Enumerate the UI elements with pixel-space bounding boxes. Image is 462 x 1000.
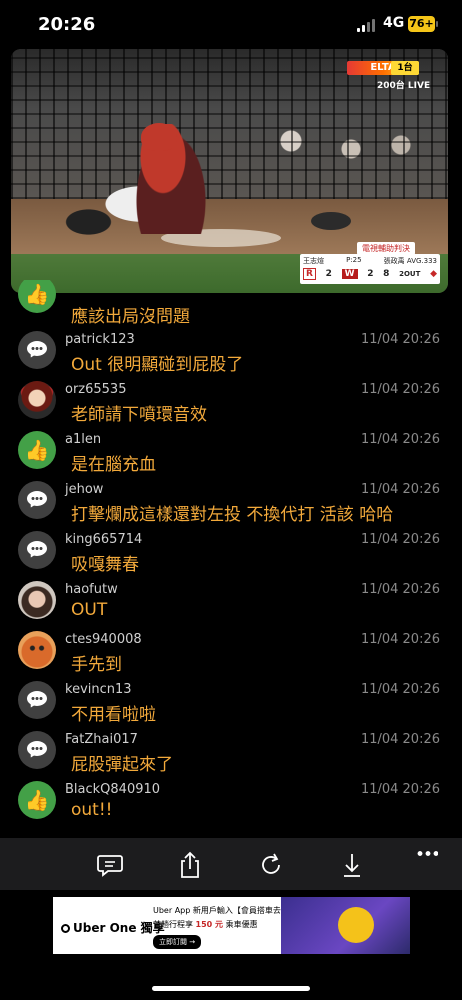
- bottom-toolbar: [0, 838, 462, 890]
- username[interactable]: haofutw: [65, 582, 118, 597]
- ad-line2: 首趟行程享 150 元 乘車優惠: [153, 920, 258, 929]
- message-text: 打擊爛成這樣還對左投 不換代打 活該 哈哈: [71, 505, 394, 525]
- refresh-icon[interactable]: [256, 850, 286, 880]
- chat-message: orz65535 11/04 20:26 老師請下噴環音效: [0, 380, 462, 430]
- sb-score2: 2: [367, 269, 374, 279]
- sb-pitch-count: P:25: [346, 256, 362, 264]
- message-time: 11/04 20:26: [360, 782, 440, 797]
- message-text: OUT: [71, 600, 108, 620]
- live-label: 200台 LIVE: [377, 81, 431, 91]
- message-text: 屁股彈起來了: [71, 755, 173, 775]
- sb-pitcher: 王志煊: [303, 257, 324, 265]
- battery-tip: [436, 21, 438, 27]
- ad-subscribe-button[interactable]: 立即訂閱 →: [153, 935, 202, 949]
- status-bar: 20:26 4G 76+: [0, 0, 462, 48]
- message-time: 11/04 20:26: [360, 432, 440, 447]
- like-icon[interactable]: 👍: [18, 280, 56, 313]
- helmet: [141, 123, 177, 151]
- username[interactable]: jehow: [65, 482, 103, 497]
- status-time: 20:26: [38, 14, 96, 35]
- battery-icon: 76+: [408, 16, 435, 32]
- username[interactable]: orz65535: [65, 382, 126, 397]
- like-icon[interactable]: 👍: [18, 781, 56, 819]
- message-text: 老師請下噴環音效: [71, 405, 207, 425]
- message-time: 11/04 20:26: [360, 382, 440, 397]
- crab-avatar[interactable]: [18, 631, 56, 669]
- sb-batter: 張政禹 AVG.333: [383, 257, 437, 265]
- sb-team2: W: [341, 269, 358, 279]
- doll-avatar[interactable]: [18, 381, 56, 419]
- chat-message: jehow 11/04 20:26 打擊爛成這樣還對左投 不換代打 活該 哈哈: [0, 480, 462, 530]
- signal-icon: [357, 19, 377, 32]
- chat-message: kevincn13 11/04 20:26 不用看啦啦: [0, 680, 462, 730]
- message-text: Out 很明顯碰到屁股了: [71, 355, 244, 375]
- username[interactable]: BlackQ840910: [65, 782, 160, 797]
- username[interactable]: FatZhai017: [65, 732, 138, 747]
- message-time: 11/04 20:26: [360, 332, 440, 347]
- ad-sign-icon: [338, 907, 374, 943]
- chat-icon[interactable]: [18, 681, 56, 719]
- message-text: 應該出局沒問題: [71, 307, 190, 327]
- message-time: 11/04 20:26: [360, 732, 440, 747]
- comment-icon[interactable]: [95, 850, 125, 880]
- ad-brand: Uber One 獨享: [61, 919, 165, 936]
- sb-outs: 2OUT: [399, 270, 421, 278]
- message-text: 是在腦充血: [71, 455, 156, 475]
- message-time: 11/04 20:26: [360, 582, 440, 597]
- message-text: 不用看啦啦: [71, 705, 156, 725]
- username[interactable]: ctes940008: [65, 632, 142, 647]
- message-time: 11/04 20:26: [360, 632, 440, 647]
- catcher-glove: [311, 212, 351, 230]
- sb-score1: 2: [325, 269, 332, 279]
- network-label: 4G: [383, 15, 405, 31]
- chat-message: 👍 應該出局沒問題: [0, 280, 462, 330]
- uber-logo-icon: [61, 924, 70, 933]
- download-icon[interactable]: [337, 850, 367, 880]
- message-text: 手先到: [71, 655, 122, 675]
- base-diamond-icon: ◆: [430, 269, 437, 279]
- chat-icon[interactable]: [18, 531, 56, 569]
- chat-list[interactable]: 👍 應該出局沒問題 patrick123 11/04 20:26 Out 很明顯…: [0, 280, 462, 830]
- chat-icon[interactable]: [18, 331, 56, 369]
- chat-message: 👍 BlackQ840910 11/04 20:26 out!!: [0, 780, 462, 830]
- chat-message: FatZhai017 11/04 20:26 屁股彈起來了: [0, 730, 462, 780]
- chat-message: 👍 a1len 11/04 20:26 是在腦充血: [0, 430, 462, 480]
- username[interactable]: kevincn13: [65, 682, 132, 697]
- message-time: 11/04 20:26: [360, 682, 440, 697]
- username[interactable]: patrick123: [65, 332, 135, 347]
- girl-avatar[interactable]: [18, 581, 56, 619]
- sb-team1: R: [303, 268, 316, 280]
- chat-message: haofutw 11/04 20:26 OUT: [0, 580, 462, 630]
- chat-message: patrick123 11/04 20:26 Out 很明顯碰到屁股了: [0, 330, 462, 380]
- message-text: out!!: [71, 800, 113, 820]
- like-icon[interactable]: 👍: [18, 431, 56, 469]
- chat-icon[interactable]: [18, 731, 56, 769]
- username[interactable]: a1len: [65, 432, 101, 447]
- chat-message: ctes940008 11/04 20:26 手先到: [0, 630, 462, 680]
- channel-number: 1台: [391, 61, 419, 75]
- sb-inning: 8: [383, 269, 390, 279]
- chat-message: king665714 11/04 20:26 吸嘎舞春: [0, 530, 462, 580]
- username[interactable]: king665714: [65, 532, 142, 547]
- ad-line1: Uber App 新用戶輸入【會員搭車去】: [153, 906, 289, 915]
- message-text: 吸嘎舞春: [71, 555, 139, 575]
- ad-banner[interactable]: Uber One 獨享 Uber App 新用戶輸入【會員搭車去】 首趟行程享 …: [53, 897, 410, 954]
- more-icon[interactable]: [416, 851, 438, 856]
- message-time: 11/04 20:26: [360, 532, 440, 547]
- message-time: 11/04 20:26: [360, 482, 440, 497]
- share-icon[interactable]: [175, 850, 205, 880]
- home-indicator[interactable]: [152, 986, 310, 991]
- video-player[interactable]: ELTA 1台 200台 LIVE 電視輔助判決 王志煊 P:25 張政禹 AV…: [11, 49, 448, 293]
- chat-icon[interactable]: [18, 481, 56, 519]
